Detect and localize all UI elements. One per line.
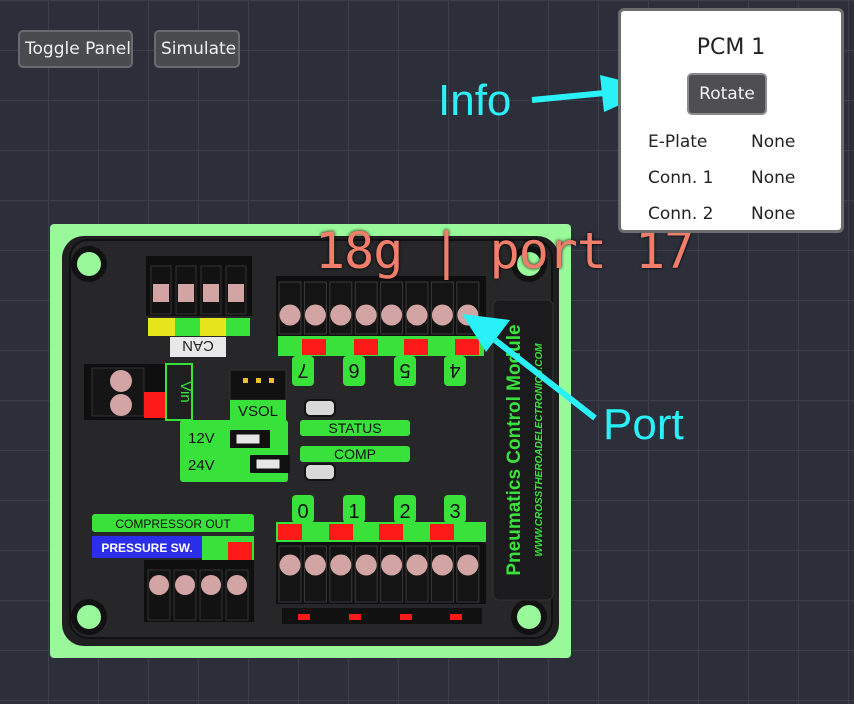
property-value-conn2: None	[751, 204, 796, 224]
property-value-eplate: None	[751, 132, 796, 152]
port-annotation: Port	[603, 400, 684, 449]
info-panel-title: PCM 1	[696, 35, 766, 60]
property-key-conn2: Conn. 2	[648, 204, 714, 224]
rotate-button[interactable]: Rotate	[687, 73, 767, 115]
port-arrow	[493, 337, 597, 421]
info-panel: PCM 1 Rotate E-Plate None Conn. 1 None C…	[618, 8, 844, 233]
property-key-eplate: E-Plate	[648, 132, 708, 152]
property-value-conn1: None	[751, 168, 796, 188]
info-annotation: Info	[438, 76, 512, 125]
property-key-conn1: Conn. 1	[648, 168, 714, 188]
